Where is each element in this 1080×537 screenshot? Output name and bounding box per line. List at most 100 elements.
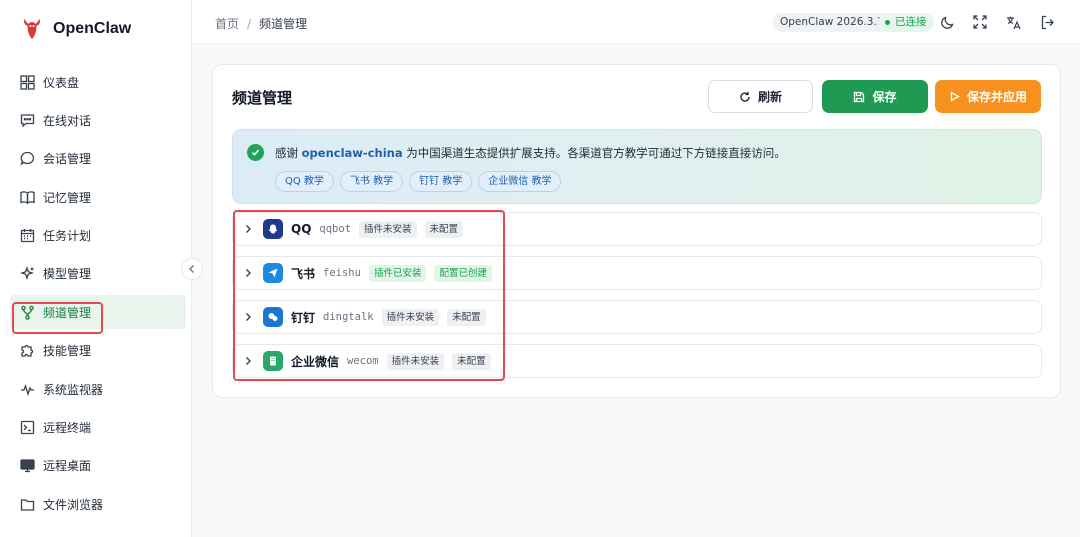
chevron-right-icon[interactable] [245,356,255,366]
sidebar-item-tasks[interactable]: 任务计划 [10,219,186,253]
sidebar-item-label: 系统监视器 [43,382,104,397]
sidebar-item-memory[interactable]: 记忆管理 [10,180,186,214]
notice-highlight: openclaw-china [301,146,403,160]
sessions-icon [19,151,35,167]
fullscreen-button[interactable] [971,13,989,31]
sidebar-item-label: 频道管理 [43,305,92,320]
dark-mode-toggle[interactable] [938,13,956,31]
page-title: 频道管理 [232,89,293,107]
channel-name: 钉钉 [291,310,316,325]
channel-name: 企业微信 [291,354,340,369]
sidebar-item-chat[interactable]: 在线对话 [10,103,186,137]
branch-icon [19,304,35,320]
channel-list: QQ qqbot 插件未安装 未配置 飞书 feishu 插件已安装 配置已创建 [232,212,1042,388]
collapse-sidebar-button[interactable] [181,258,203,280]
sidebar-item-models[interactable]: 模型管理 [10,257,186,291]
notice-text: 感谢 openclaw-china 为中国渠道生态提供扩展支持。各渠道官方教学可… [275,145,786,161]
sidebar-item-channels[interactable]: 频道管理 [10,295,186,330]
save-label: 保存 [872,90,897,104]
config-status-badge: 未配置 [447,308,486,326]
tutorial-link-dingtalk[interactable]: 钉钉 教学 [409,171,473,192]
topbar: 首页 / 频道管理 OpenClaw 2026.3.13 已连接 [192,0,1080,44]
plugin-status-badge: 插件已安装 [368,264,427,282]
config-status-badge: 配置已创建 [434,264,492,282]
dashboard-icon [19,74,35,90]
tutorial-links: QQ 教学 飞书 教学 钉钉 教学 企业微信 教学 [275,171,562,192]
sidebar-item-label: 在线对话 [43,113,92,128]
book-icon [19,189,35,205]
refresh-label: 刷新 [757,90,782,104]
sidebar-item-label: 文件浏览器 [43,497,104,512]
fullscreen-icon [973,15,987,29]
sidebar-item-label: 仪表盘 [43,75,80,90]
moon-icon [940,15,954,29]
play-icon [950,91,960,102]
lobster-logo-icon [24,19,40,39]
sidebar-item-label: 远程终端 [43,421,92,436]
puzzle-icon [19,343,35,359]
sidebar-item-label: 远程桌面 [43,459,92,474]
channel-name: 飞书 [291,266,316,281]
sidebar-item-monitor[interactable]: 系统监视器 [10,372,186,406]
save-icon [854,91,865,102]
dingtalk-logo-icon [263,307,283,327]
tutorial-link-qq[interactable]: QQ 教学 [275,171,334,192]
status-dot-icon [885,20,890,25]
chevron-right-icon[interactable] [245,312,255,322]
breadcrumb-home[interactable]: 首页 [215,15,239,32]
tutorial-link-wecom[interactable]: 企业微信 教学 [478,171,562,192]
config-status-badge: 未配置 [424,220,464,238]
channel-id: qqbot [319,223,352,235]
sidebar-item-sessions[interactable]: 会话管理 [10,142,186,176]
logout-icon [1041,15,1054,29]
pulse-icon [19,381,35,397]
app-name: OpenClaw [53,20,132,37]
plugin-status-badge: 插件未安装 [359,220,417,238]
monitor-icon [19,458,35,474]
channel-name: QQ [291,222,312,236]
brand[interactable]: OpenClaw [22,18,131,40]
language-button[interactable] [1004,13,1022,31]
check-circle-icon [247,144,264,161]
calendar-icon [19,228,35,244]
breadcrumb-separator: / [247,16,252,31]
chevron-right-icon[interactable] [245,224,255,234]
save-and-apply-label: 保存并应用 [966,90,1027,104]
channel-row-dingtalk[interactable]: 钉钉 dingtalk 插件未安装 未配置 [232,300,1042,334]
channel-row-feishu[interactable]: 飞书 feishu 插件已安装 配置已创建 [232,256,1042,290]
tutorial-link-feishu[interactable]: 飞书 教学 [339,171,404,192]
sidebar-item-label: 技能管理 [43,344,92,359]
chevron-right-icon[interactable] [245,268,255,278]
sparkle-icon [19,266,35,282]
sidebar-item-label: 记忆管理 [43,190,92,205]
sidebar: OpenClaw 仪表盘 在线对话 会话管理 记忆管理 任务计划 模型管理 频道… [0,0,192,537]
save-and-apply-button[interactable]: 保存并应用 [935,80,1041,113]
channel-id: wecom [347,355,379,367]
acknowledgement-notice: 感谢 openclaw-china 为中国渠道生态提供扩展支持。各渠道官方教学可… [232,129,1042,204]
sidebar-item-desktop[interactable]: 远程桌面 [10,449,186,483]
connection-status-badge: 已连接 [878,13,934,32]
qq-logo-icon [263,219,283,239]
channel-row-wecom[interactable]: 企业微信 wecom 插件未安装 未配置 [232,344,1042,378]
breadcrumb: 首页 / 频道管理 [215,15,307,32]
refresh-button[interactable]: 刷新 [708,80,813,113]
notice-prefix: 感谢 [275,146,298,160]
sidebar-item-files[interactable]: 文件浏览器 [10,487,186,521]
plugin-status-badge: 插件未安装 [381,308,440,326]
sidebar-item-label: 任务计划 [43,229,92,244]
channel-id: dingtalk [323,311,374,323]
sidebar-nav: 仪表盘 在线对话 会话管理 记忆管理 任务计划 模型管理 频道管理 技能管理 系… [10,65,186,526]
sidebar-item-dashboard[interactable]: 仪表盘 [10,65,186,99]
channels-card: 频道管理 刷新 保存 保存并应用 感谢 openclaw-china 为中国渠道… [212,64,1061,398]
sidebar-item-skills[interactable]: 技能管理 [10,334,186,368]
terminal-icon [19,420,35,436]
sidebar-item-terminal[interactable]: 远程终端 [10,411,186,445]
channel-row-qq[interactable]: QQ qqbot 插件未安装 未配置 [232,212,1042,246]
channel-id: feishu [323,267,361,279]
folder-icon [19,496,35,512]
save-button[interactable]: 保存 [822,80,928,113]
notice-suffix: 为中国渠道生态提供扩展支持。各渠道官方教学可通过下方链接直接访问。 [406,146,786,160]
logout-button[interactable] [1038,13,1056,31]
chat-icon [19,112,35,128]
plugin-status-badge: 插件未安装 [386,352,445,370]
